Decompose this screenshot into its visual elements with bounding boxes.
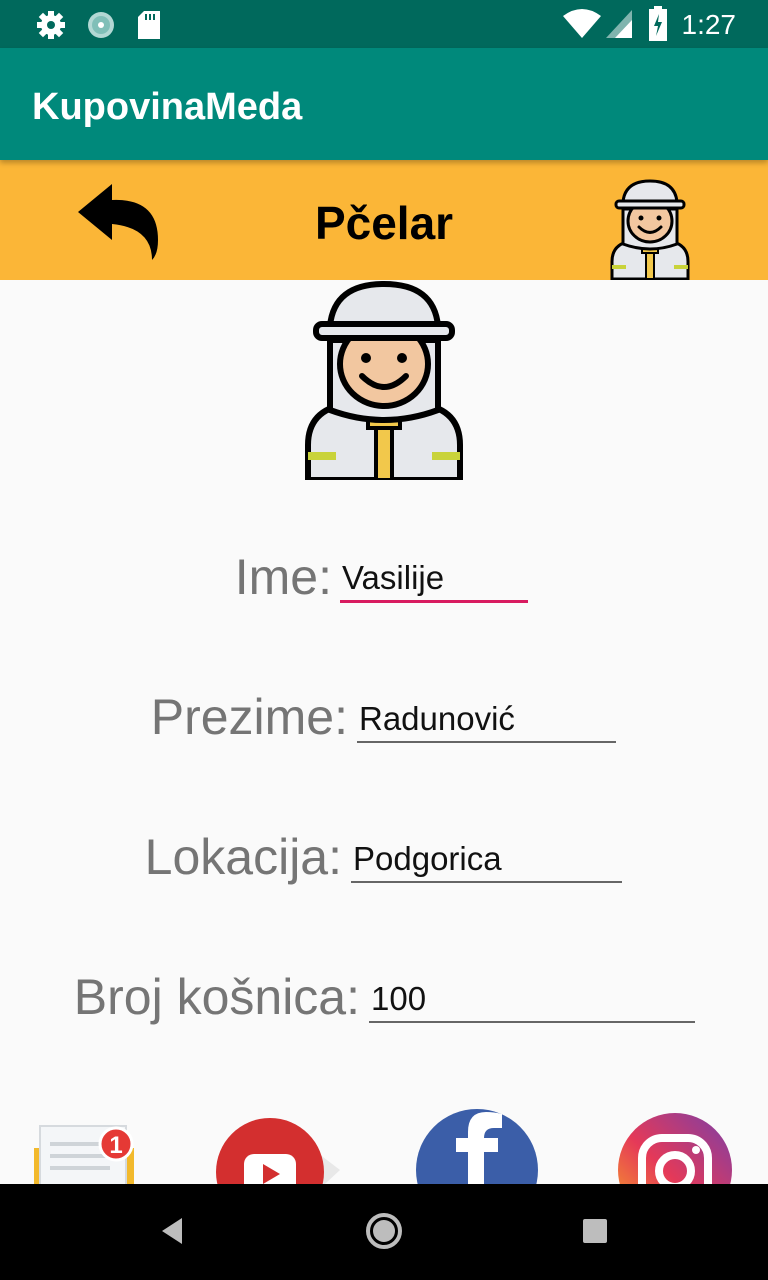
ime-label: Ime: [234,549,332,605]
instagram-icon[interactable] [616,1110,734,1190]
prezime-label: Prezime: [150,689,348,745]
lokacija-label: Lokacija: [144,829,342,885]
status-bar: 1:27 [0,0,768,48]
wifi-icon [563,9,601,38]
app-bar: KupovinaMeda [0,48,768,160]
mail-badge: 1 [109,1132,122,1159]
ime-input[interactable] [340,556,528,603]
broj-kosnica-label: Broj košnica: [73,969,360,1025]
facebook-icon[interactable] [414,1106,540,1186]
beekeeper-avatar-icon [610,179,690,280]
app-title: KupovinaMeda [32,86,303,128]
broj-kosnica-input[interactable] [369,977,695,1023]
nav-recents-icon[interactable] [580,1206,610,1256]
prezime-input[interactable] [357,697,616,743]
sync-icon [88,12,114,38]
beekeeper-profile-image [305,280,463,480]
youtube-icon[interactable] [214,1114,344,1194]
lokacija-input[interactable] [351,837,622,883]
nav-home-icon[interactable] [362,1206,406,1256]
sd-card-icon [138,11,160,39]
battery-icon [649,6,667,41]
status-time: 1:27 [681,9,737,40]
settings-icon [37,11,65,39]
system-nav-bar [0,1184,768,1280]
nav-back-icon[interactable] [158,1206,188,1256]
signal-icon [606,10,632,38]
